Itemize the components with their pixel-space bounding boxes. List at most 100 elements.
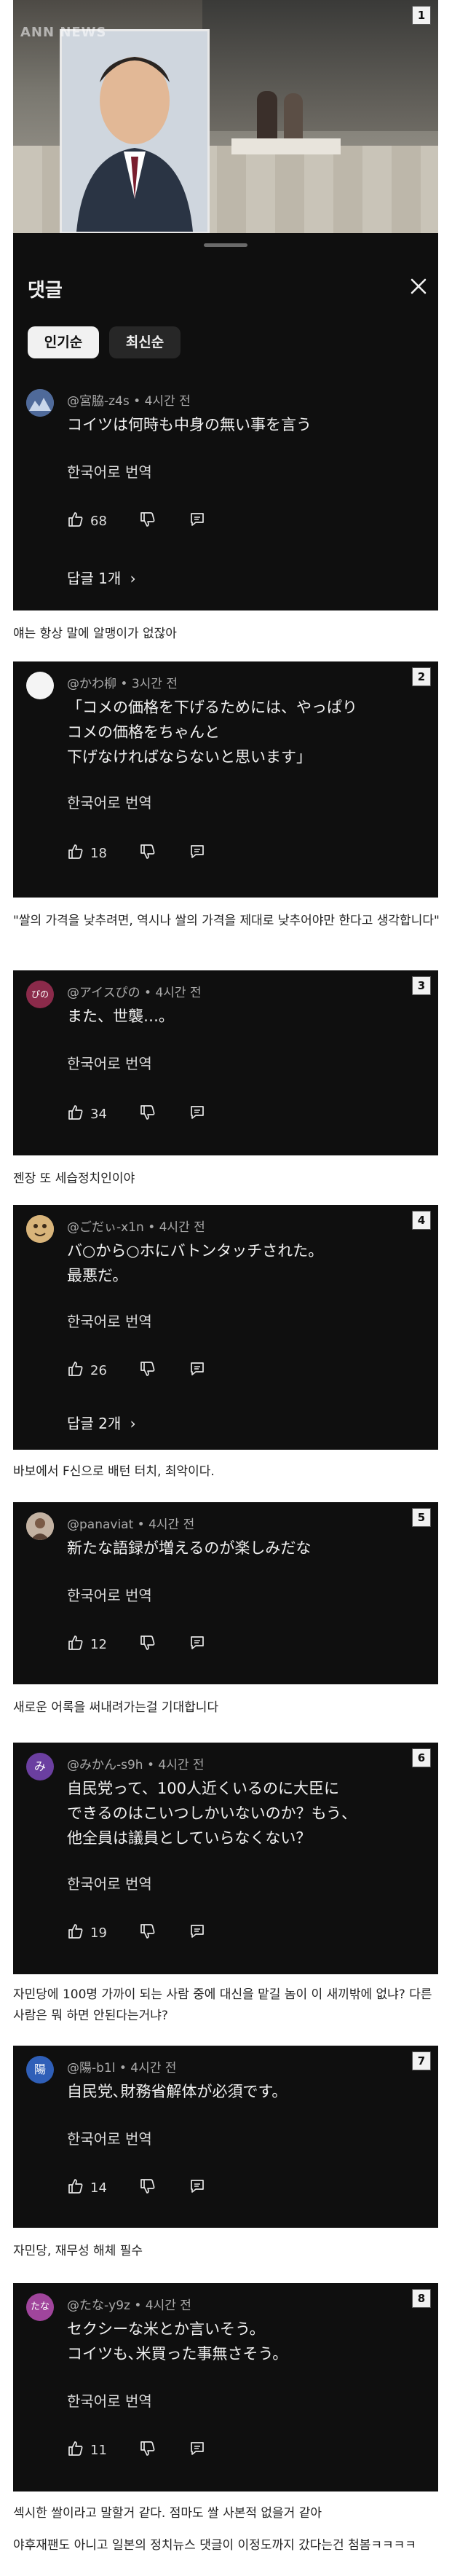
reply-button[interactable] xyxy=(189,2178,206,2198)
avatar-initials: ぴの xyxy=(31,989,49,1000)
comment-card: 5 @panaviat • 4시간 전 新たな語録が増えるのが楽しみだな 한국어… xyxy=(13,1502,438,1684)
translation-caption: 얘는 항상 말에 알맹이가 없잖아 xyxy=(13,627,177,641)
reply-comment-icon xyxy=(191,1106,204,1119)
comment-text-line: 下げなければならないと思います」 xyxy=(67,748,312,766)
like-button[interactable] xyxy=(67,1923,84,1943)
dislike-button[interactable] xyxy=(139,2440,156,2460)
replies-toggle[interactable]: 답글 2개 › xyxy=(67,1412,136,1433)
thumbs-down-icon xyxy=(140,1105,155,1120)
sheet-drag-handle[interactable] xyxy=(204,243,247,247)
like-button[interactable] xyxy=(67,1634,84,1654)
comment-actions: 68 xyxy=(67,510,206,532)
reply-comment-icon xyxy=(191,2180,204,2193)
avatar[interactable] xyxy=(26,672,54,699)
avatar[interactable] xyxy=(26,389,54,417)
avatar[interactable]: み xyxy=(26,1753,54,1780)
panel-number-badge: 5 xyxy=(412,1508,431,1527)
translate-link[interactable]: 한국어로 번역 xyxy=(67,1872,152,1893)
reply-button[interactable] xyxy=(189,1360,206,1381)
translate-link[interactable]: 한국어로 번역 xyxy=(67,1584,152,1605)
thumbs-up-icon xyxy=(68,1105,83,1120)
comment-actions: 12 xyxy=(67,1633,206,1655)
reply-button[interactable] xyxy=(189,511,206,531)
replies-toggle[interactable]: 답글 1개 › xyxy=(67,567,136,588)
like-button[interactable] xyxy=(67,2178,84,2198)
thumbs-down-icon xyxy=(140,844,155,859)
reply-comment-icon xyxy=(191,513,204,526)
video-thumbnail[interactable]: ANN NEWS 1 xyxy=(13,0,438,233)
dislike-button[interactable] xyxy=(139,1360,156,1381)
comment-author[interactable]: @たな-y9z • 4시간 전 xyxy=(67,2295,191,2313)
comment-author[interactable]: @みかん-s9h • 4시간 전 xyxy=(67,1754,205,1772)
comment-text-line: バ○から○ホにバトンタッチされた。 xyxy=(67,1242,324,1260)
translate-link[interactable]: 한국어로 번역 xyxy=(67,460,152,482)
thumbs-up-icon xyxy=(68,2179,83,2194)
avatar[interactable]: たな xyxy=(26,2293,54,2321)
comment-author[interactable]: @ごだぃ-x1n • 4시간 전 xyxy=(67,1217,205,1235)
dislike-button[interactable] xyxy=(139,511,156,531)
sort-tab-popular[interactable]: 인기순 xyxy=(28,326,99,358)
comment-author[interactable]: @アイスぴの • 4시간 전 xyxy=(67,982,202,1000)
like-button[interactable] xyxy=(67,843,84,863)
reply-comment-icon xyxy=(191,1636,204,1649)
avatar[interactable]: 陽 xyxy=(26,2056,54,2084)
thumbs-down-icon xyxy=(140,1635,155,1650)
translate-link[interactable]: 한국어로 번역 xyxy=(67,1052,152,1073)
reply-button[interactable] xyxy=(189,2440,206,2460)
like-count: 19 xyxy=(90,1925,107,1941)
translate-link[interactable]: 한국어로 번역 xyxy=(67,2127,152,2148)
close-button[interactable] xyxy=(406,274,431,299)
avatar[interactable]: ぴの xyxy=(26,981,54,1008)
like-button[interactable] xyxy=(67,1104,84,1124)
comment-card: 2 @かわ柳 • 3시간 전 「コメの価格を下げるためには、やっぱり コメの価格… xyxy=(13,661,438,898)
comment-author[interactable]: @陽-b1l • 4시간 전 xyxy=(67,2057,176,2076)
reply-button[interactable] xyxy=(189,1634,206,1654)
dislike-button[interactable] xyxy=(139,2178,156,2198)
news-desk xyxy=(231,138,341,154)
comment-actions: 18 xyxy=(67,842,206,864)
avatar-initials: み xyxy=(33,1759,46,1773)
like-button[interactable] xyxy=(67,1360,84,1381)
translation-caption: 바보에서 F신으로 배턴 터치, 최악이다. xyxy=(13,1464,215,1479)
dislike-button[interactable] xyxy=(139,1923,156,1943)
sort-tab-newest[interactable]: 최신순 xyxy=(109,326,181,358)
like-count: 34 xyxy=(90,1106,107,1122)
translate-link[interactable]: 한국어로 번역 xyxy=(67,1310,152,1331)
translate-link[interactable]: 한국어로 번역 xyxy=(67,2390,152,2411)
comment-author[interactable]: @かわ柳 • 3시간 전 xyxy=(67,673,178,691)
like-count: 26 xyxy=(90,1362,107,1378)
comment-text-line: また、世襲…。 xyxy=(67,1008,174,1025)
panel-number-badge: 3 xyxy=(412,976,431,995)
comment-text-line: 自民党って、100人近くいるのに大臣に xyxy=(67,1780,339,1797)
dislike-button[interactable] xyxy=(139,843,156,863)
translate-link[interactable]: 한국어로 번역 xyxy=(67,791,152,812)
comment-text-line: コイツも､米買った事無さそう。 xyxy=(67,2345,288,2363)
avatar[interactable] xyxy=(26,1512,54,1540)
like-button[interactable] xyxy=(67,511,84,531)
dislike-button[interactable] xyxy=(139,1634,156,1654)
reply-button[interactable] xyxy=(189,1104,206,1124)
studio-backdrop xyxy=(202,0,438,131)
thumbs-down-icon xyxy=(140,1362,155,1376)
like-count: 11 xyxy=(90,2442,107,2458)
thumbs-up-icon xyxy=(68,2441,83,2456)
translation-caption: 젠장 또 세습정치인이야 xyxy=(13,1171,135,1186)
avatar[interactable] xyxy=(26,1215,54,1243)
panel-number-badge: 8 xyxy=(412,2289,431,2308)
reply-button[interactable] xyxy=(189,1923,206,1943)
channel-watermark: ANN NEWS xyxy=(20,25,107,40)
comment-card: 6 み @みかん-s9h • 4시간 전 自民党って、100人近くいるのに大臣に… xyxy=(13,1743,438,1974)
comment-author[interactable]: @panaviat • 4시간 전 xyxy=(67,1514,194,1532)
reply-comment-icon xyxy=(191,1362,204,1375)
thumbs-down-icon xyxy=(140,2441,155,2456)
comment-card: 3 ぴの @アイスぴの • 4시간 전 また、世襲…。 한국어로 번역 34 xyxy=(13,970,438,1155)
reply-button[interactable] xyxy=(189,843,206,863)
like-button[interactable] xyxy=(67,2440,84,2460)
translation-caption: 자민당에 100명 가까이 되는 사람 중에 대신을 맡길 놈이 이 새끼밖에 … xyxy=(13,1987,432,2023)
comment-item: @宮脇-z4s • 4시간 전 コイツは何時も中身の無い事を言う 한국어로 번역… xyxy=(13,379,438,610)
replies-label: 답글 2개 xyxy=(67,1415,122,1432)
dislike-button[interactable] xyxy=(139,1104,156,1124)
comment-author[interactable]: @宮脇-z4s • 4시간 전 xyxy=(67,390,191,409)
close-icon xyxy=(411,278,427,294)
panel-number-badge: 4 xyxy=(412,1211,431,1230)
